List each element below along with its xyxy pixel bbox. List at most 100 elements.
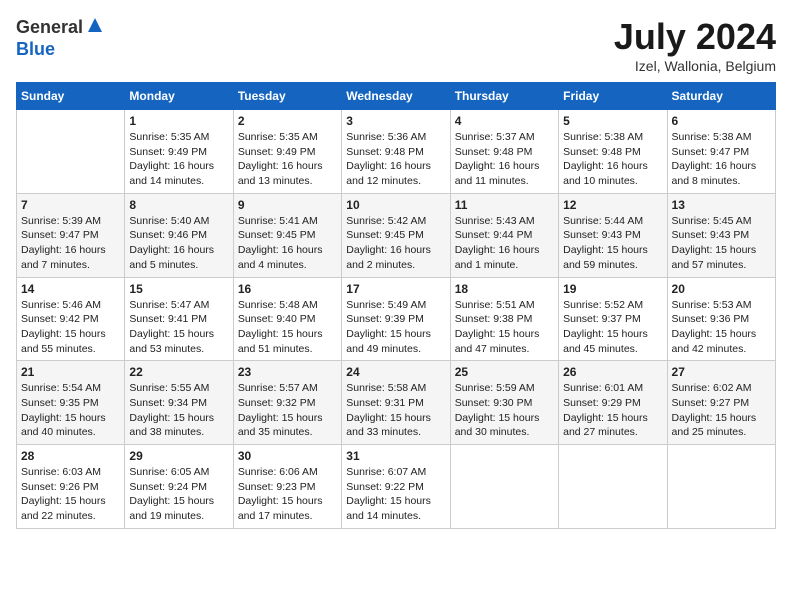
calendar-week-1: 1 Sunrise: 5:35 AM Sunset: 9:49 PM Daylig… — [17, 110, 776, 194]
calendar-week-4: 21Sunrise: 5:54 AM Sunset: 9:35 PM Dayli… — [17, 361, 776, 445]
calendar-cell: 28 Sunrise: 6:03 AM Sunset: 9:26 PM Dayli… — [17, 445, 125, 529]
title-block: July 2024 Izel, Wallonia, Belgium — [614, 16, 776, 74]
calendar-cell: 24Sunrise: 5:58 AM Sunset: 9:31 PM Dayli… — [342, 361, 450, 445]
calendar-cell: 5Sunrise: 5:38 AM Sunset: 9:48 PM Daylig… — [559, 110, 667, 194]
calendar-cell: 3Sunrise: 5:36 AM Sunset: 9:48 PM Daylig… — [342, 110, 450, 194]
day-number: 22 — [129, 365, 228, 379]
day-info: Sunrise: 5:37 AM Sunset: 9:48 PM Dayligh… — [455, 130, 554, 189]
calendar-cell: 31Sunrise: 6:07 AM Sunset: 9:22 PM Dayli… — [342, 445, 450, 529]
calendar-cell: 7 Sunrise: 5:39 AM Sunset: 9:47 PM Daylig… — [17, 193, 125, 277]
header-cell-monday: Monday — [125, 83, 233, 110]
day-number: 8 — [129, 198, 228, 212]
day-number: 1 — [129, 114, 228, 128]
day-number: 31 — [346, 449, 445, 463]
day-number: 19 — [563, 282, 662, 296]
day-number: 13 — [672, 198, 771, 212]
calendar-table: SundayMondayTuesdayWednesdayThursdayFrid… — [16, 82, 776, 529]
day-info: Sunrise: 5:48 AM Sunset: 9:40 PM Dayligh… — [238, 298, 337, 357]
calendar-cell: 19Sunrise: 5:52 AM Sunset: 9:37 PM Dayli… — [559, 277, 667, 361]
calendar-cell: 27 Sunrise: 6:02 AM Sunset: 9:27 PM Dayli… — [667, 361, 775, 445]
logo: General Blue — [16, 16, 104, 60]
day-number: 6 — [672, 114, 771, 128]
page-header: General Blue July 2024 Izel, Wallonia, B… — [16, 16, 776, 74]
day-number: 11 — [455, 198, 554, 212]
day-number: 26 — [563, 365, 662, 379]
day-info: Sunrise: 5:38 AM Sunset: 9:47 PM Dayligh… — [672, 130, 771, 189]
day-number: 24 — [346, 365, 445, 379]
calendar-cell: 21Sunrise: 5:54 AM Sunset: 9:35 PM Dayli… — [17, 361, 125, 445]
day-number: 3 — [346, 114, 445, 128]
calendar-cell: 17 Sunrise: 5:49 AM Sunset: 9:39 PM Dayli… — [342, 277, 450, 361]
calendar-cell: 9 Sunrise: 5:41 AM Sunset: 9:45 PM Daylig… — [233, 193, 341, 277]
day-number: 17 — [346, 282, 445, 296]
day-number: 20 — [672, 282, 771, 296]
day-info: Sunrise: 5:38 AM Sunset: 9:48 PM Dayligh… — [563, 130, 662, 189]
calendar-cell: 25 Sunrise: 5:59 AM Sunset: 9:30 PM Dayli… — [450, 361, 558, 445]
day-number: 16 — [238, 282, 337, 296]
calendar-cell: 26 Sunrise: 6:01 AM Sunset: 9:29 PM Dayli… — [559, 361, 667, 445]
day-number: 9 — [238, 198, 337, 212]
day-number: 30 — [238, 449, 337, 463]
calendar-cell — [667, 445, 775, 529]
calendar-cell: 14Sunrise: 5:46 AM Sunset: 9:42 PM Dayli… — [17, 277, 125, 361]
main-title: July 2024 — [614, 16, 776, 58]
day-info: Sunrise: 5:59 AM Sunset: 9:30 PM Dayligh… — [455, 381, 554, 440]
day-info: Sunrise: 5:47 AM Sunset: 9:41 PM Dayligh… — [129, 298, 228, 357]
day-info: Sunrise: 5:51 AM Sunset: 9:38 PM Dayligh… — [455, 298, 554, 357]
header-cell-sunday: Sunday — [17, 83, 125, 110]
day-info: Sunrise: 5:43 AM Sunset: 9:44 PM Dayligh… — [455, 214, 554, 273]
day-info: Sunrise: 5:40 AM Sunset: 9:46 PM Dayligh… — [129, 214, 228, 273]
header-row: SundayMondayTuesdayWednesdayThursdayFrid… — [17, 83, 776, 110]
calendar-cell: 12Sunrise: 5:44 AM Sunset: 9:43 PM Dayli… — [559, 193, 667, 277]
header-cell-thursday: Thursday — [450, 83, 558, 110]
calendar-cell: 30 Sunrise: 6:06 AM Sunset: 9:23 PM Dayli… — [233, 445, 341, 529]
day-info: Sunrise: 6:06 AM Sunset: 9:23 PM Dayligh… — [238, 465, 337, 524]
day-info: Sunrise: 6:02 AM Sunset: 9:27 PM Dayligh… — [672, 381, 771, 440]
calendar-week-3: 14Sunrise: 5:46 AM Sunset: 9:42 PM Dayli… — [17, 277, 776, 361]
subtitle: Izel, Wallonia, Belgium — [614, 58, 776, 74]
calendar-cell: 13 Sunrise: 5:45 AM Sunset: 9:43 PM Dayli… — [667, 193, 775, 277]
logo-general: General — [16, 17, 83, 38]
day-info: Sunrise: 5:53 AM Sunset: 9:36 PM Dayligh… — [672, 298, 771, 357]
day-number: 27 — [672, 365, 771, 379]
day-info: Sunrise: 5:39 AM Sunset: 9:47 PM Dayligh… — [21, 214, 120, 273]
day-info: Sunrise: 5:57 AM Sunset: 9:32 PM Dayligh… — [238, 381, 337, 440]
day-number: 21 — [21, 365, 120, 379]
calendar-cell: 2Sunrise: 5:35 AM Sunset: 9:49 PM Daylig… — [233, 110, 341, 194]
day-number: 14 — [21, 282, 120, 296]
calendar-cell — [450, 445, 558, 529]
day-info: Sunrise: 5:49 AM Sunset: 9:39 PM Dayligh… — [346, 298, 445, 357]
day-number: 4 — [455, 114, 554, 128]
day-number: 28 — [21, 449, 120, 463]
calendar-cell — [17, 110, 125, 194]
calendar-cell: 18Sunrise: 5:51 AM Sunset: 9:38 PM Dayli… — [450, 277, 558, 361]
day-number: 15 — [129, 282, 228, 296]
day-number: 7 — [21, 198, 120, 212]
calendar-cell: 16 Sunrise: 5:48 AM Sunset: 9:40 PM Dayli… — [233, 277, 341, 361]
logo-blue: Blue — [16, 39, 55, 59]
day-info: Sunrise: 5:42 AM Sunset: 9:45 PM Dayligh… — [346, 214, 445, 273]
day-number: 25 — [455, 365, 554, 379]
header-cell-tuesday: Tuesday — [233, 83, 341, 110]
calendar-week-5: 28 Sunrise: 6:03 AM Sunset: 9:26 PM Dayli… — [17, 445, 776, 529]
day-info: Sunrise: 6:01 AM Sunset: 9:29 PM Dayligh… — [563, 381, 662, 440]
header-cell-saturday: Saturday — [667, 83, 775, 110]
day-info: Sunrise: 5:44 AM Sunset: 9:43 PM Dayligh… — [563, 214, 662, 273]
calendar-week-2: 7 Sunrise: 5:39 AM Sunset: 9:47 PM Daylig… — [17, 193, 776, 277]
day-info: Sunrise: 5:55 AM Sunset: 9:34 PM Dayligh… — [129, 381, 228, 440]
day-info: Sunrise: 5:35 AM Sunset: 9:49 PM Dayligh… — [129, 130, 228, 189]
calendar-cell: 11 Sunrise: 5:43 AM Sunset: 9:44 PM Dayli… — [450, 193, 558, 277]
day-number: 10 — [346, 198, 445, 212]
calendar-cell: 20 Sunrise: 5:53 AM Sunset: 9:36 PM Dayli… — [667, 277, 775, 361]
logo-arrow-icon — [86, 16, 104, 39]
day-number: 29 — [129, 449, 228, 463]
header-cell-wednesday: Wednesday — [342, 83, 450, 110]
day-info: Sunrise: 6:03 AM Sunset: 9:26 PM Dayligh… — [21, 465, 120, 524]
day-info: Sunrise: 5:45 AM Sunset: 9:43 PM Dayligh… — [672, 214, 771, 273]
day-info: Sunrise: 5:41 AM Sunset: 9:45 PM Dayligh… — [238, 214, 337, 273]
day-number: 2 — [238, 114, 337, 128]
calendar-cell — [559, 445, 667, 529]
calendar-cell: 10 Sunrise: 5:42 AM Sunset: 9:45 PM Dayli… — [342, 193, 450, 277]
calendar-cell: 22 Sunrise: 5:55 AM Sunset: 9:34 PM Dayli… — [125, 361, 233, 445]
calendar-cell: 4 Sunrise: 5:37 AM Sunset: 9:48 PM Daylig… — [450, 110, 558, 194]
